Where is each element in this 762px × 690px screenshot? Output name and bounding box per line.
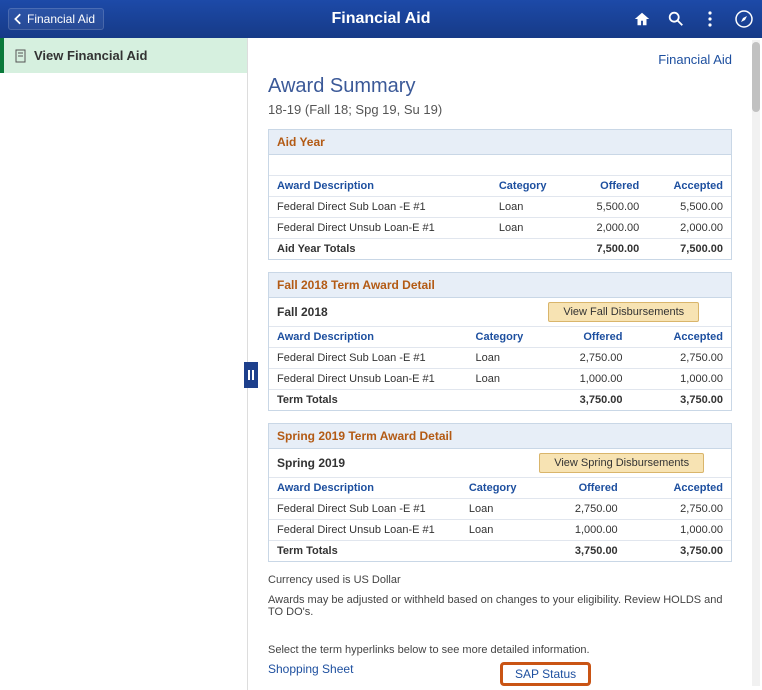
back-button[interactable]: Financial Aid (8, 8, 104, 30)
chevron-left-icon (13, 13, 25, 25)
collapse-sidebar-button[interactable] (244, 362, 258, 388)
aid-year-section: Aid Year Award Description Category Offe… (268, 129, 732, 260)
table-header-row: Award Description Category Offered Accep… (269, 176, 731, 197)
table-header-row: Award Description Category Offered Accep… (269, 327, 731, 348)
document-icon (14, 49, 28, 63)
col-desc: Award Description (269, 176, 491, 197)
adjust-note: Awards may be adjusted or withheld based… (268, 594, 732, 618)
table-row: Federal Direct Sub Loan -E #1 Loan 5,500… (269, 197, 731, 218)
fall-term-section: Fall 2018 Term Award Detail Fall 2018 Vi… (268, 272, 732, 411)
top-bar: Financial Aid Financial Aid (0, 0, 762, 38)
spring-term-section: Spring 2019 Term Award Detail Spring 201… (268, 423, 732, 562)
table-row: Federal Direct Unsub Loan-E #1Loan1,000.… (269, 520, 731, 541)
sidebar: View Financial Aid (0, 38, 248, 690)
table-row: Federal Direct Sub Loan -E #1Loan2,750.0… (269, 499, 731, 520)
more-icon[interactable] (700, 9, 720, 29)
fall-heading: Fall 2018 Term Award Detail (269, 273, 731, 298)
home-icon[interactable] (632, 9, 652, 29)
top-icons (632, 9, 754, 29)
breadcrumb-link[interactable]: Financial Aid (658, 52, 732, 67)
view-spring-disbursements-button[interactable]: View Spring Disbursements (539, 453, 704, 473)
scrollbar-thumb[interactable] (752, 42, 760, 112)
spring-heading: Spring 2019 Term Award Detail (269, 424, 731, 449)
back-label: Financial Aid (27, 12, 95, 26)
table-header-row: Award Description Category Offered Accep… (269, 478, 731, 499)
table-row: Federal Direct Unsub Loan-E #1Loan1,000.… (269, 369, 731, 390)
col-acc: Accepted (647, 176, 731, 197)
table-row: Federal Direct Unsub Loan-E #1 Loan 2,00… (269, 218, 731, 239)
sidebar-item-label: View Financial Aid (34, 48, 147, 63)
aid-year-heading: Aid Year (269, 130, 731, 155)
sap-status-link[interactable]: SAP Status (515, 667, 576, 681)
page-title: Award Summary (268, 75, 732, 98)
sidebar-item-view-financial-aid[interactable]: View Financial Aid (0, 38, 247, 73)
main-content: Financial Aid Award Summary 18-19 (Fall … (248, 38, 750, 690)
hyperlinks-note: Select the term hyperlinks below to see … (268, 644, 732, 656)
totals-row: Aid Year Totals 7,500.00 7,500.00 (269, 239, 731, 260)
pause-icon (247, 370, 255, 380)
table-row: Federal Direct Sub Loan -E #1Loan2,750.0… (269, 348, 731, 369)
shopping-sheet-link[interactable]: Shopping Sheet (268, 662, 353, 676)
compass-icon[interactable] (734, 9, 754, 29)
page-header-title: Financial Aid (332, 10, 431, 28)
spring-term-label: Spring 2019 (269, 449, 531, 478)
fall-term-label: Fall 2018 (269, 298, 540, 327)
aid-year-table: Award Description Category Offered Accep… (269, 175, 731, 259)
view-fall-disbursements-button[interactable]: View Fall Disbursements (548, 302, 699, 322)
col-cat: Category (491, 176, 572, 197)
search-icon[interactable] (666, 9, 686, 29)
page-subtitle: 18-19 (Fall 18; Spg 19, Su 19) (268, 102, 732, 117)
col-off: Offered (572, 176, 647, 197)
totals-row: Term Totals3,750.003,750.00 (269, 390, 731, 411)
totals-row: Term Totals3,750.003,750.00 (269, 541, 731, 562)
fall-table: Fall 2018 View Fall Disbursements Award … (269, 298, 731, 410)
currency-note: Currency used is US Dollar (268, 574, 732, 586)
spring-table: Spring 2019 View Spring Disbursements Aw… (269, 449, 731, 561)
scrollbar-track[interactable] (752, 40, 760, 686)
